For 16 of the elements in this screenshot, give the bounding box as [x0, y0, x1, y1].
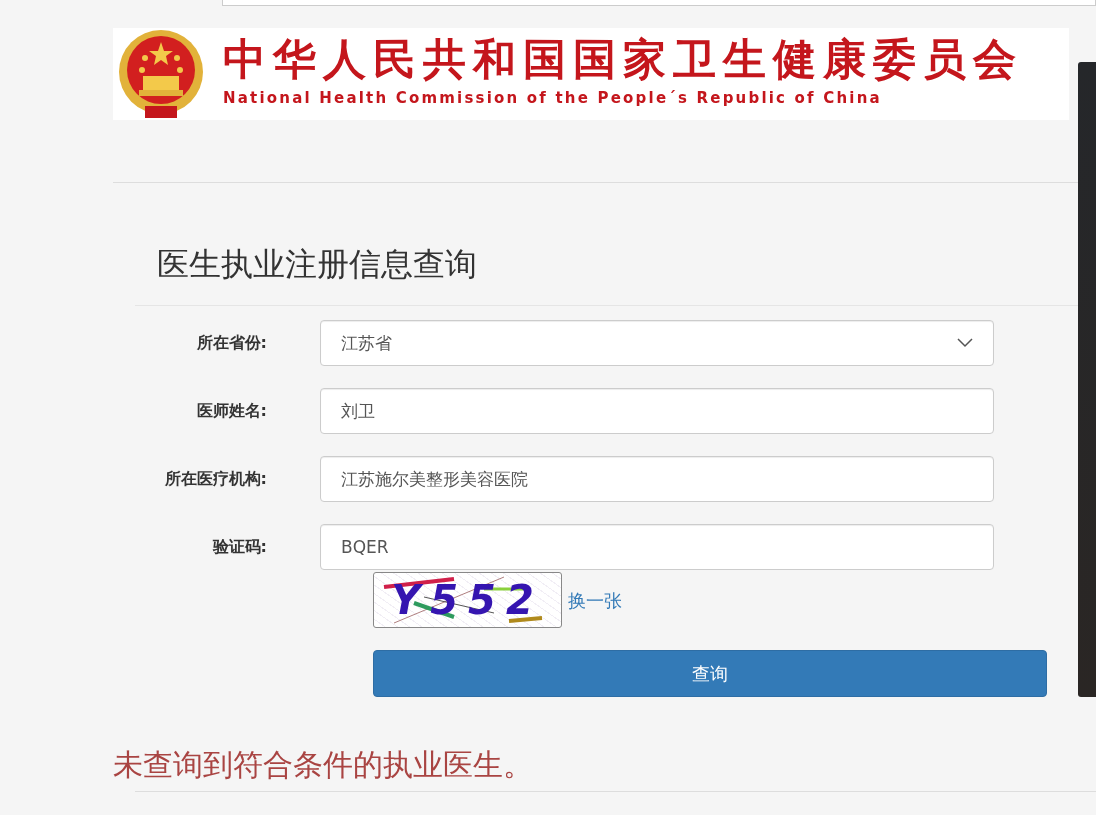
- result-message: 未查询到符合条件的执业医生。: [113, 747, 534, 784]
- search-button[interactable]: 查询: [373, 650, 1047, 698]
- field-label: 所在医疗机构:: [163, 468, 268, 491]
- captcha-image: Y552: [373, 572, 562, 629]
- field-label: 医师姓名:: [195, 400, 268, 423]
- organization-name: 中华人民共和国国家卫生健康委员会: [223, 38, 1023, 82]
- page-title: 医生执业注册信息查询: [157, 245, 478, 284]
- input-field[interactable]: BQER: [320, 524, 994, 571]
- province-select[interactable]: 江苏省: [320, 320, 994, 367]
- field-label: 验证码:: [211, 536, 268, 559]
- input-field[interactable]: 江苏施尔美整形美容医院: [320, 456, 994, 503]
- field-label: 所在省份:: [195, 332, 268, 355]
- chevron-down-icon: [957, 338, 973, 349]
- organization-name-english: National Health Commission of the People´s Republic of China: [223, 88, 883, 110]
- input-field[interactable]: 刘卫: [320, 388, 994, 435]
- refresh-captcha-link[interactable]: 换一张: [568, 586, 622, 614]
